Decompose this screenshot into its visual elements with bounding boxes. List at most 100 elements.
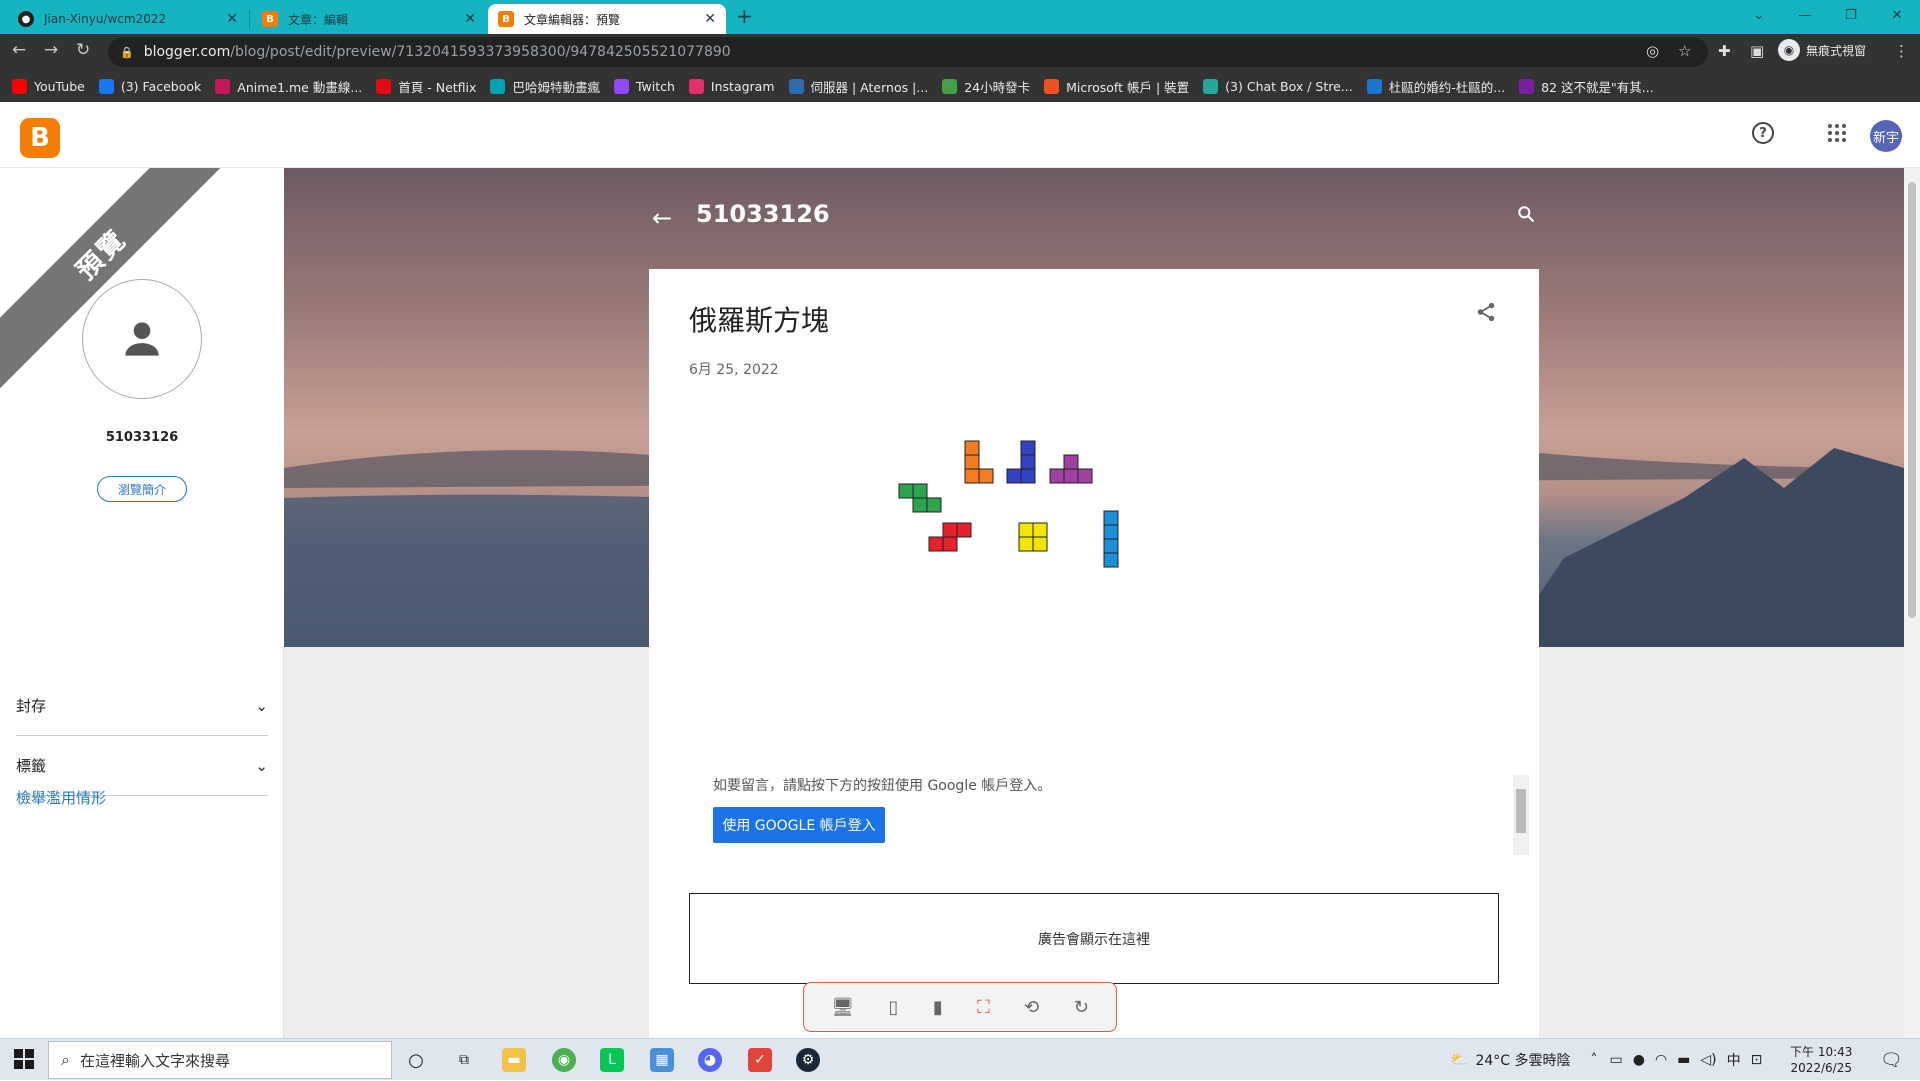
meet-icon[interactable]: ▭ bbox=[1609, 1052, 1622, 1068]
post-card: 俄羅斯方塊 6月 25, 2022 如要留言，請點按下方的按鈕使用 Google… bbox=[649, 269, 1539, 1038]
tetromino-cell bbox=[1006, 468, 1022, 484]
back-icon[interactable]: ← bbox=[12, 40, 26, 60]
search-icon[interactable] bbox=[1516, 204, 1536, 224]
bookmark-favicon-icon bbox=[1519, 78, 1535, 94]
address-bar[interactable]: 🔒 blogger.com/blog/post/edit/preview/713… bbox=[108, 37, 1708, 67]
tablet-icon[interactable]: ▯ bbox=[888, 997, 898, 1018]
blogger-logo[interactable]: B bbox=[20, 118, 60, 158]
clock-date: 2022/6/25 bbox=[1790, 1061, 1852, 1075]
tetromino-cell bbox=[942, 536, 958, 552]
incognito-indicator[interactable]: ◉ 無痕式視窗 bbox=[1778, 39, 1866, 61]
notification-center-icon[interactable]: 🗨 bbox=[1880, 1050, 1903, 1071]
bookmark-label: 首頁 - Netflix bbox=[398, 79, 477, 95]
bookmark-label: 82 这不就是"有其... bbox=[1541, 79, 1654, 95]
bookmark-favicon-icon bbox=[215, 78, 231, 94]
chrome-icon[interactable]: ◉ bbox=[552, 1048, 576, 1072]
bookmark-item[interactable]: YouTube bbox=[12, 78, 85, 94]
refresh-icon[interactable]: ↻ bbox=[1074, 997, 1089, 1018]
restore-button[interactable]: ❐ bbox=[1828, 0, 1874, 30]
bookmark-item[interactable]: 首頁 - Netflix bbox=[376, 77, 476, 96]
task-view-icon[interactable]: ⧉ bbox=[452, 1048, 476, 1072]
file-explorer-icon[interactable]: ▬ bbox=[502, 1048, 526, 1072]
volume-icon[interactable]: ◁) bbox=[1700, 1052, 1716, 1068]
extensions-icon[interactable]: ✚ bbox=[1718, 42, 1731, 60]
cortana-icon[interactable]: ○ bbox=[404, 1048, 428, 1072]
rotate-icon[interactable]: ⟲ bbox=[1024, 997, 1039, 1018]
start-button[interactable] bbox=[14, 1049, 34, 1069]
search-icon: ⌕ bbox=[61, 1050, 70, 1069]
bookmark-item[interactable]: 82 这不就是"有其... bbox=[1519, 77, 1654, 96]
comment-scrollbar[interactable] bbox=[1513, 775, 1529, 855]
tab-blogger-preview[interactable]: B 文章編輯器：預覽 ✕ bbox=[488, 4, 726, 34]
menu-icon[interactable]: ⋮ bbox=[1894, 42, 1909, 60]
clock[interactable]: 下午 10:43 2022/6/25 bbox=[1790, 1044, 1852, 1076]
ime-mode-icon[interactable]: ⊡ bbox=[1751, 1052, 1763, 1068]
close-tab-icon[interactable]: ✕ bbox=[464, 11, 476, 27]
bookmark-item[interactable]: 伺服器 | Aternos |... bbox=[788, 77, 928, 96]
help-icon[interactable]: ? bbox=[1752, 122, 1774, 144]
bookmark-item[interactable]: Anime1.me 動畫線... bbox=[215, 77, 362, 96]
app-icon[interactable]: ▦ bbox=[650, 1048, 674, 1072]
scrollbar-thumb[interactable] bbox=[1908, 182, 1916, 618]
tetromino-cell bbox=[1020, 468, 1036, 484]
close-tab-icon[interactable]: ✕ bbox=[226, 11, 238, 27]
bookmark-label: Microsoft 帳戶 | 裝置 bbox=[1066, 79, 1190, 95]
bookmark-item[interactable]: 杜甌的婚约-杜甌的... bbox=[1366, 77, 1505, 96]
account-avatar[interactable]: 新宇 bbox=[1870, 120, 1902, 152]
bookmark-item[interactable]: (3) Chat Box / Stre... bbox=[1203, 78, 1353, 94]
report-abuse-link[interactable]: 檢舉濫用情形 bbox=[16, 787, 106, 808]
comment-section: 如要留言，請點按下方的按鈕使用 Google 帳戶登入。 使用 GOOGLE 帳… bbox=[713, 775, 1529, 857]
steam-icon[interactable]: ⚙ bbox=[796, 1048, 820, 1072]
eye-slash-icon[interactable]: ◎ bbox=[1646, 42, 1659, 60]
view-profile-button[interactable]: 瀏覽簡介 bbox=[97, 476, 187, 502]
minimize-button[interactable]: — bbox=[1782, 0, 1828, 30]
close-tab-icon[interactable]: ✕ bbox=[704, 11, 716, 27]
bookmark-item[interactable]: 24小時發卡 bbox=[942, 77, 1030, 96]
reload-icon[interactable]: ↻ bbox=[76, 40, 90, 60]
bookmark-favicon-icon bbox=[12, 78, 27, 94]
taskbar-search[interactable]: ⌕ 在這裡輸入文字來搜尋 bbox=[48, 1041, 392, 1079]
tab-search-icon[interactable]: ⌄ bbox=[1736, 0, 1782, 30]
new-tab-button[interactable]: + bbox=[736, 4, 753, 28]
discord-icon[interactable]: ◕ bbox=[698, 1048, 722, 1072]
blog-title[interactable]: 51033126 bbox=[696, 200, 830, 228]
tab-github[interactable]: ● Jian-Xinyu/wcm2022 ✕ bbox=[8, 4, 248, 34]
pocket-icon[interactable]: ✓ bbox=[748, 1048, 772, 1072]
page-scrollbar[interactable] bbox=[1904, 168, 1920, 1038]
bookmark-favicon-icon bbox=[613, 78, 629, 94]
archive-accordion[interactable]: 封存 ⌄ bbox=[16, 676, 268, 736]
bookmark-item[interactable]: (3) Facebook bbox=[98, 78, 201, 94]
line-icon[interactable]: L bbox=[600, 1048, 624, 1072]
wifi-icon[interactable]: ◠ bbox=[1655, 1052, 1667, 1068]
fullscreen-icon[interactable]: ⛶ bbox=[977, 997, 990, 1018]
google-signin-button[interactable]: 使用 GOOGLE 帳戶登入 bbox=[713, 807, 885, 843]
battery-icon[interactable]: ▬ bbox=[1677, 1052, 1690, 1068]
chevron-up-icon[interactable]: ˄ bbox=[1590, 1052, 1597, 1068]
ime-indicator[interactable]: 中 bbox=[1727, 1050, 1741, 1070]
person-icon bbox=[125, 322, 159, 356]
bookmark-item[interactable]: 巴哈姆特動畫瘋 bbox=[490, 77, 600, 96]
bookmark-star-icon[interactable]: ☆ bbox=[1678, 42, 1691, 60]
desktop-icon[interactable]: 🖥 bbox=[831, 997, 854, 1018]
tab-blogger-edit[interactable]: B 文章：編輯 ✕ bbox=[252, 4, 486, 34]
back-arrow-icon[interactable]: ← bbox=[652, 204, 672, 232]
mobile-icon[interactable]: ▮ bbox=[933, 997, 943, 1018]
bookmark-item[interactable]: Instagram bbox=[688, 78, 775, 94]
github-icon: ● bbox=[18, 11, 34, 27]
weather-text[interactable]: 24°C 多雲時陰 bbox=[1475, 1050, 1570, 1070]
profile-picture[interactable] bbox=[82, 279, 202, 399]
side-panel-icon[interactable]: ▣ bbox=[1750, 42, 1764, 60]
profile-card: 預覽 51033126 瀏覽簡介 bbox=[0, 168, 284, 647]
apps-grid-icon[interactable] bbox=[1828, 124, 1846, 142]
tetromino-cell bbox=[1032, 536, 1048, 552]
lock-icon[interactable]: 🔒 bbox=[120, 46, 134, 59]
close-window-button[interactable]: ✕ bbox=[1874, 0, 1920, 30]
bookmark-favicon-icon bbox=[376, 78, 392, 94]
weather-icon[interactable]: ⛅ bbox=[1450, 1052, 1467, 1068]
bookmark-item[interactable]: Microsoft 帳戶 | 裝置 bbox=[1044, 77, 1189, 96]
bookmark-label: 巴哈姆特動畫瘋 bbox=[512, 79, 600, 95]
tetromino-cell bbox=[1032, 522, 1048, 538]
forward-icon[interactable]: → bbox=[44, 40, 58, 60]
bookmark-item[interactable]: Twitch bbox=[613, 78, 675, 94]
microphone-icon[interactable]: ● bbox=[1633, 1052, 1645, 1068]
